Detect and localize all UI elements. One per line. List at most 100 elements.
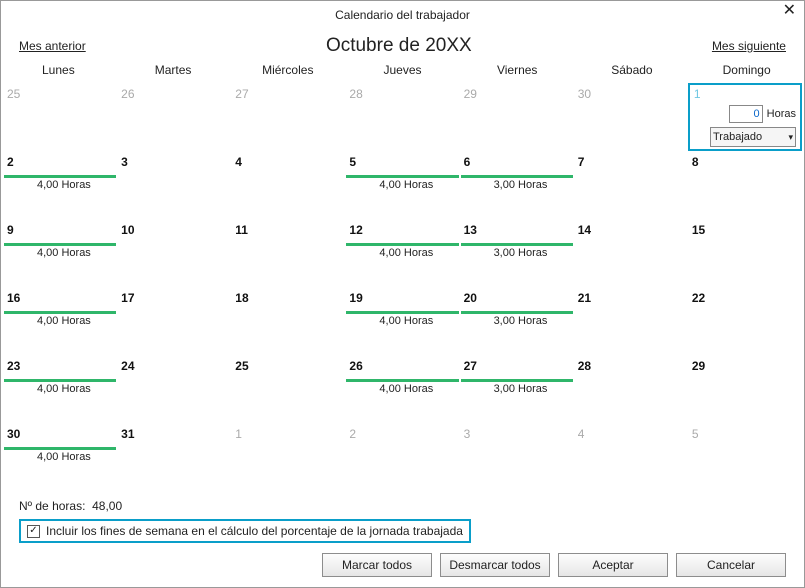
day-number: 27 [235, 87, 339, 101]
day-hours-label: 4,00 Horas [37, 247, 111, 259]
calendar-day[interactable]: 203,00 Horas [460, 287, 574, 355]
calendar-day[interactable]: 54,00 Horas [345, 151, 459, 219]
day-number: 4 [578, 427, 682, 441]
day-hours-label: 4,00 Horas [37, 179, 111, 191]
day-number: 16 [7, 291, 111, 305]
day-hours-label: 4,00 Horas [379, 247, 453, 259]
day-edit-panel: Horas Trabajado▾ [694, 105, 796, 147]
calendar-day[interactable]: 304,00 Horas [3, 423, 117, 491]
calendar-day[interactable]: 13 3,00 Horas [460, 219, 574, 287]
calendar-day[interactable]: 1 Horas Trabajado▾ [688, 83, 802, 151]
calendar-day[interactable]: 5 [688, 423, 802, 491]
day-number: 14 [578, 223, 682, 237]
calendar-grid: 2526272829301HorasTrabajado▾24,00 Horas3… [1, 83, 804, 491]
calendar-day[interactable]: 25 [231, 355, 345, 423]
day-hours-label: 3,00 Horas [494, 383, 568, 395]
day-number: 13 [464, 223, 568, 237]
calendar-day[interactable]: 26 4,00 Horas [345, 355, 459, 423]
status-dropdown[interactable]: Trabajado▾ [710, 127, 796, 147]
calendar-day[interactable]: 9 4,00 Horas [3, 219, 117, 287]
day-hours-label: 4,00 Horas [379, 383, 453, 395]
calendar-day[interactable]: 11 [231, 219, 345, 287]
calendar-day[interactable]: 24,00 Horas [3, 151, 117, 219]
day-number: 10 [121, 223, 225, 237]
calendar-day[interactable]: 7 [574, 151, 688, 219]
dow-label: Viernes [460, 63, 575, 77]
total-hours-label: Nº de horas: [19, 499, 85, 513]
calendar-day[interactable]: 16 4,00 Horas [3, 287, 117, 355]
calendar-day[interactable]: 3 [117, 151, 231, 219]
calendar-day[interactable]: 234,00 Horas [3, 355, 117, 423]
calendar-day[interactable]: 4 [231, 151, 345, 219]
day-number: 28 [578, 359, 682, 373]
hours-input-label: Horas [767, 108, 796, 120]
day-number: 1 [235, 427, 339, 441]
day-number: 6 [464, 155, 568, 169]
day-hours-label: 3,00 Horas [494, 315, 568, 327]
hours-input[interactable] [729, 105, 763, 123]
day-number: 24 [121, 359, 225, 373]
calendar-day[interactable]: 15 [688, 219, 802, 287]
day-hours-label: 3,00 Horas [494, 247, 568, 259]
calendar-day[interactable]: 12 4,00 Horas [345, 219, 459, 287]
worked-indicator [4, 311, 116, 314]
month-nav: Mes anterior Octubre de 20XX Mes siguien… [1, 29, 804, 59]
prev-month-link[interactable]: Mes anterior [19, 39, 86, 53]
unmark-all-button[interactable]: Desmarcar todos [440, 553, 550, 577]
worked-indicator [461, 379, 573, 382]
ok-button[interactable]: Aceptar [558, 553, 668, 577]
calendar-day[interactable]: 273,00 Horas [460, 355, 574, 423]
calendar-day[interactable]: 31 [117, 423, 231, 491]
day-hours-label: 3,00 Horas [494, 179, 568, 191]
day-hours-label: 4,00 Horas [379, 315, 453, 327]
calendar-day[interactable]: 25 [3, 83, 117, 151]
calendar-day[interactable]: 14 [574, 219, 688, 287]
day-number: 30 [578, 87, 682, 101]
day-number: 1 [694, 87, 796, 101]
worked-indicator [461, 311, 573, 314]
worked-indicator [4, 447, 116, 450]
calendar-day[interactable]: 8 [688, 151, 802, 219]
calendar-day[interactable]: 28 [345, 83, 459, 151]
calendar-day[interactable]: 19 4,00 Horas [345, 287, 459, 355]
include-weekends-row[interactable]: ✓ Incluir los fines de semana en el cálc… [19, 519, 471, 543]
day-number: 3 [464, 427, 568, 441]
day-number: 8 [692, 155, 796, 169]
calendar-day[interactable]: 29 [688, 355, 802, 423]
day-number: 26 [349, 359, 453, 373]
calendar-day[interactable]: 26 [117, 83, 231, 151]
day-number: 11 [235, 223, 339, 237]
next-month-link[interactable]: Mes siguiente [712, 39, 786, 53]
calendar-day[interactable]: 2 [345, 423, 459, 491]
mark-all-button[interactable]: Marcar todos [322, 553, 432, 577]
include-weekends-label: Incluir los fines de semana en el cálcul… [46, 524, 463, 538]
worked-indicator [346, 311, 458, 314]
calendar-day[interactable]: 18 [231, 287, 345, 355]
calendar-day[interactable]: 17 [117, 287, 231, 355]
calendar-day[interactable]: 1 [231, 423, 345, 491]
day-number: 31 [121, 427, 225, 441]
day-hours-label: 4,00 Horas [37, 315, 111, 327]
calendar-day[interactable]: 28 [574, 355, 688, 423]
calendar-day[interactable]: 4 [574, 423, 688, 491]
day-number: 12 [349, 223, 453, 237]
day-number: 19 [349, 291, 453, 305]
calendar-day[interactable]: 24 [117, 355, 231, 423]
calendar-day[interactable]: 30 [574, 83, 688, 151]
calendar-day[interactable]: 22 [688, 287, 802, 355]
calendar-day[interactable]: 29 [460, 83, 574, 151]
calendar-day[interactable]: 21 [574, 287, 688, 355]
day-number: 9 [7, 223, 111, 237]
calendar-day[interactable]: 6 3,00 Horas [460, 151, 574, 219]
include-weekends-checkbox[interactable]: ✓ [27, 525, 40, 538]
cancel-button[interactable]: Cancelar [676, 553, 786, 577]
calendar-day[interactable]: 27 [231, 83, 345, 151]
close-icon[interactable]: ✕ [783, 3, 796, 19]
calendar-day[interactable]: 3 [460, 423, 574, 491]
weekday-header: Lunes Martes Miércoles Jueves Viernes Sá… [1, 59, 804, 83]
day-number: 25 [7, 87, 111, 101]
calendar-day[interactable]: 10 [117, 219, 231, 287]
day-number: 21 [578, 291, 682, 305]
worked-indicator [346, 243, 458, 246]
worked-indicator [4, 243, 116, 246]
